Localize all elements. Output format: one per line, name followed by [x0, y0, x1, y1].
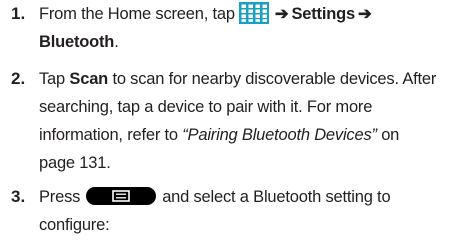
apps-grid-icon: [238, 2, 269, 24]
step-3-line-1-rest: and select a Bluetooth setting to: [162, 188, 391, 206]
step-2-line-3: information, refer to “Pairing Bluetooth…: [39, 121, 459, 149]
step-1-body: From the Home screen, tap ➔ Settings ➔ B…: [39, 0, 459, 56]
step-2-line-1-rest: to scan for nearby discoverable devices.…: [112, 70, 437, 88]
bluetooth-label: Bluetooth: [39, 33, 115, 51]
step-1-number: 1.: [11, 4, 26, 23]
step-1-line-2: Bluetooth.: [39, 28, 459, 56]
step-3-body: Press and select a Bluetooth setting to …: [39, 183, 459, 239]
press-word: Press: [39, 188, 81, 206]
step-2-line-3-suffix: on: [381, 126, 400, 144]
step-2-line-2: searching, tap a device to pair with it.…: [39, 98, 373, 116]
step-3-line-1: Press and select a Bluetooth setting to: [39, 183, 459, 211]
step-2-line-3-prefix: information, refer to: [39, 126, 178, 144]
arrow-icon: ➔: [274, 5, 289, 23]
step-2-body: Tap Scan to scan for nearby discoverable…: [39, 65, 459, 177]
arrow-icon: ➔: [357, 5, 372, 23]
tap-word: Tap: [39, 70, 66, 88]
step-1-line-1: From the Home screen, tap ➔ Settings ➔: [39, 0, 459, 28]
step-2-line-1: Tap Scan to scan for nearby discoverable…: [39, 65, 459, 93]
step-2-number: 2.: [11, 69, 26, 88]
scan-label: Scan: [69, 70, 109, 88]
pairing-bluetooth-devices-xref[interactable]: “Pairing Bluetooth Devices”: [182, 126, 377, 144]
settings-label: Settings: [291, 5, 355, 23]
step-3-number: 3.: [11, 187, 26, 206]
step-1-period: .: [114, 33, 119, 51]
step-2-line-4: page 131.: [39, 154, 111, 172]
step-3-line-2: configure:: [39, 216, 110, 234]
step-1-prefix: From the Home screen, tap: [39, 5, 235, 23]
menu-key-icon: [86, 187, 157, 205]
